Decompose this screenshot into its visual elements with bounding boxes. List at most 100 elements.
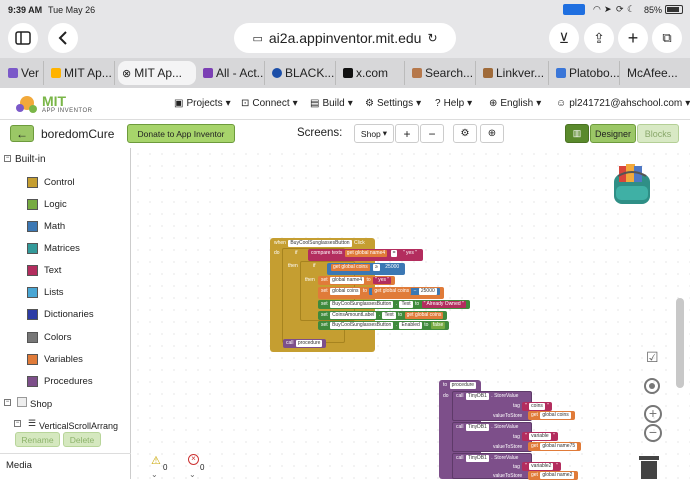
math-swatch-icon [27, 221, 38, 232]
category-text[interactable]: Text [27, 265, 61, 276]
rename-button[interactable]: Rename [15, 432, 60, 447]
moon-icon: ☾ [627, 4, 636, 14]
category-math[interactable]: Math [27, 221, 65, 232]
account-menu[interactable]: ☺ pl241721@ahschool.com ▾ [556, 98, 690, 109]
browser-tab[interactable]: All - Act... [199, 61, 265, 85]
designer-toggle-button[interactable]: ▥ [565, 124, 589, 143]
address-bar[interactable]: ▭ ai2a.appinventor.mit.edu ↻ [234, 23, 456, 53]
project-name: boredomCure [41, 127, 115, 141]
help-menu[interactable]: ? Help ▾ [435, 98, 472, 109]
recenter-icon[interactable] [644, 378, 660, 394]
zoom-out-icon[interactable]: − [644, 424, 662, 442]
chevron-down-icon[interactable]: ⌄ [151, 470, 158, 479]
trash-icon[interactable] [637, 453, 661, 479]
share-button[interactable]: ⇪ [584, 23, 614, 53]
category-control[interactable]: Control [27, 177, 75, 188]
category-variables[interactable]: Variables [27, 354, 83, 365]
reload-icon[interactable]: ↻ [427, 31, 437, 45]
text-variable[interactable]: " variable " [522, 432, 558, 441]
collapse-icon[interactable]: − [14, 420, 21, 427]
category-logic[interactable]: Logic [27, 199, 67, 210]
back-button[interactable] [48, 23, 78, 53]
tab-overview-button[interactable]: ⧉ [652, 23, 682, 53]
logic-swatch-icon [27, 199, 38, 210]
tab-favicon-icon [51, 68, 61, 78]
set-name4-block[interactable]: set global name4 to " yes " [318, 276, 396, 285]
delete-button[interactable]: Delete [63, 432, 101, 447]
set-sunglasses-text-block[interactable]: set BuyCoolSunglassesButton . Text to " … [318, 300, 470, 309]
new-tab-button[interactable]: + [618, 23, 648, 53]
compare-number-block[interactable]: get global coins ≥ 25000 [327, 263, 406, 275]
error-icon[interactable]: × [188, 454, 199, 465]
browser-tab[interactable]: Search... [408, 61, 476, 85]
category-procedures[interactable]: Procedures [27, 376, 93, 387]
brand-name: MIT [42, 93, 67, 109]
remove-screen-button[interactable]: − [420, 124, 444, 143]
colors-swatch-icon [27, 332, 38, 343]
collapse-icon[interactable]: − [4, 399, 11, 406]
back-to-projects-button[interactable]: ← [10, 125, 34, 142]
error-count: 0 [200, 463, 205, 472]
browser-tab[interactable]: McAfee... [623, 61, 683, 85]
globe-icon: ⊕ [489, 98, 498, 109]
warning-icon[interactable]: ⚠ [151, 454, 161, 467]
collapse-icon[interactable]: − [4, 155, 11, 162]
designer-button[interactable]: Designer [590, 124, 636, 143]
caret-down-icon: ▾ [685, 98, 690, 109]
zoom-in-icon[interactable]: + [644, 405, 662, 423]
browser-tab[interactable]: Linkver... [479, 61, 549, 85]
wifi-icon: ◠ [593, 4, 601, 14]
browser-tab[interactable]: BLACK... [268, 61, 336, 85]
category-matrices[interactable]: Matrices [27, 243, 80, 254]
set-enabled-block[interactable]: set BuyCoolSunglassesButton . Enabled to… [318, 321, 450, 330]
sidebar-toggle-button[interactable] [8, 23, 38, 53]
status-time: 9:39 AM [8, 5, 43, 15]
category-lists[interactable]: Lists [27, 287, 64, 298]
build-menu[interactable]: ▤ Build ▾ [310, 98, 353, 109]
component-shop[interactable]: Shop [30, 399, 52, 410]
screen-select[interactable]: Shop ▾ [354, 124, 394, 143]
tag-label: tag [513, 434, 520, 440]
settings-menu[interactable]: ⚙ Settings ▾ [365, 98, 421, 109]
compare-texts-block[interactable]: compare texts get global name4 = " yes " [308, 249, 423, 261]
get-coins[interactable]: get global coins [528, 411, 575, 420]
component-verticalscrollarrangement[interactable]: VerticalScrollArrang [39, 421, 129, 431]
backpack-icon[interactable] [606, 160, 658, 212]
blocks-button[interactable]: Blocks [637, 124, 679, 143]
close-tab-icon[interactable]: ⊗ [122, 67, 131, 80]
browser-tab[interactable]: x.com [339, 61, 405, 85]
set-coins-block[interactable]: set global coins to get global coins − 2… [318, 287, 444, 299]
caret-down-icon: ▾ [347, 98, 353, 109]
set-coins-label-block[interactable]: set CoinsAmountLabel . Text to get globa… [318, 311, 448, 320]
publish-button[interactable]: ⊕ [480, 124, 504, 143]
category-colors[interactable]: Colors [27, 332, 71, 343]
text-coins[interactable]: " coins " [522, 402, 553, 411]
category-dictionaries[interactable]: Dictionaries [27, 309, 94, 320]
gear-icon: ⚙ [365, 98, 374, 109]
chevron-down-icon[interactable]: ⌄ [189, 470, 196, 479]
user-icon: ☺ [556, 98, 567, 109]
blocks-workspace[interactable]: when BuyCoolSunglassesButton Click do if… [132, 148, 690, 480]
cleanup-icon[interactable]: ☑ [646, 349, 659, 366]
value-label: valueToStore [493, 444, 523, 450]
donate-button[interactable]: Donate to App Inventor [127, 124, 235, 143]
tab-favicon-icon [556, 68, 566, 78]
ios-status-bar: 9:39 AM Tue May 26 ◠ ➤ ⟳ ☾ 85% [0, 0, 690, 20]
add-screen-button[interactable]: + [395, 124, 419, 143]
browser-tab-active[interactable]: ⊗ MIT Ap... [118, 61, 196, 85]
get-name75[interactable]: get global name75 [528, 442, 582, 451]
call-procedure-block[interactable]: call procedure [283, 339, 327, 348]
tab-favicon-icon [8, 68, 18, 78]
browser-tab[interactable]: Ver [4, 61, 44, 85]
project-properties-button[interactable]: ⚙ [453, 124, 477, 143]
gears-icon: ⚙ [460, 128, 470, 139]
downloads-button[interactable]: ⊻ [549, 23, 579, 53]
browser-tab[interactable]: Platobo... [552, 61, 620, 85]
text-variable2[interactable]: " variable2 " [522, 462, 561, 471]
x-logo-icon [343, 68, 353, 78]
connect-menu[interactable]: ⊡ Connect ▾ [241, 98, 298, 109]
language-menu[interactable]: ⊕ English ▾ [489, 98, 541, 109]
vertical-scrollbar[interactable] [676, 298, 684, 388]
browser-tab[interactable]: MIT Ap... [47, 61, 115, 85]
projects-menu[interactable]: ▣ Projects ▾ [174, 98, 231, 109]
